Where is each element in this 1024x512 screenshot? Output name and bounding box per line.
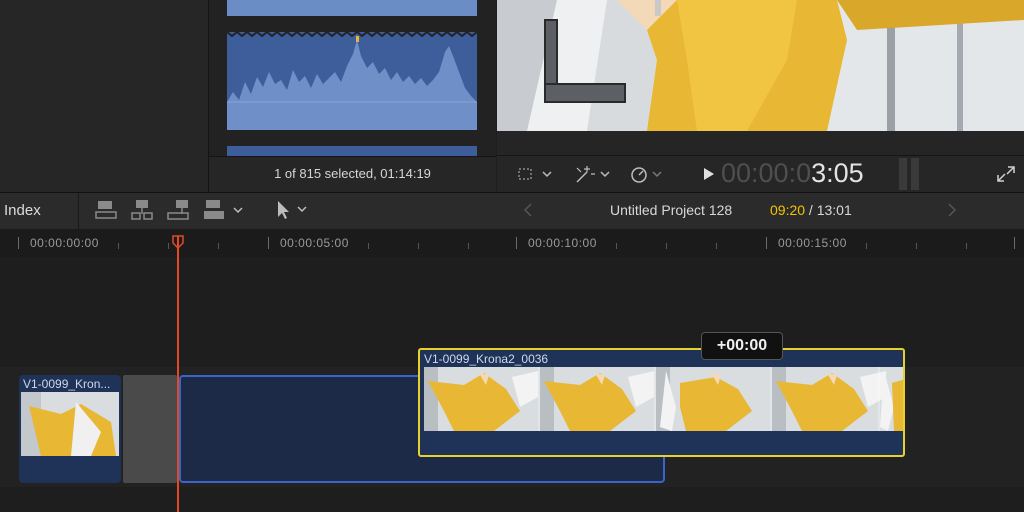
timeline-ruler[interactable]: 00:00:00:00 00:00:05:00 00:00:10:00 00:0… [0, 229, 1024, 257]
select-tool-menu[interactable] [274, 198, 310, 222]
fullscreen-button[interactable] [995, 164, 1017, 184]
magic-wand-icon [576, 166, 610, 183]
playhead[interactable] [177, 236, 179, 512]
current-time: 09:20 [770, 202, 806, 218]
insert-clip-button[interactable] [130, 198, 156, 222]
sidebar-panel [0, 0, 209, 192]
append-clip-icon [167, 200, 189, 220]
crop-icon [518, 168, 552, 180]
retime-menu[interactable] [629, 164, 669, 184]
time-separator: / [805, 202, 817, 218]
connect-clip-button[interactable] [94, 198, 120, 222]
append-clip-button[interactable] [166, 198, 192, 222]
timeline-clip[interactable]: V1-0099_Kron... [19, 375, 121, 483]
selection-status: 1 of 815 selected, 01:14:19 [274, 166, 431, 181]
waveform-clip[interactable] [226, 30, 478, 130]
viewer-panel: 00:00:03:05 [497, 0, 1024, 193]
viewer-controls: 00:00:03:05 [497, 155, 1024, 193]
clip-filmstrip [424, 367, 903, 431]
clip-name: V1-0099_Kron... [23, 377, 111, 391]
enhance-menu[interactable] [573, 164, 617, 184]
index-button[interactable]: Index [0, 193, 79, 229]
index-label: Index [4, 202, 41, 219]
play-icon [704, 168, 714, 180]
overwrite-clip-button[interactable] [202, 198, 248, 222]
waveform-clip-top[interactable] [227, 0, 477, 16]
drag-offset-value: +00:00 [716, 337, 768, 354]
project-time: 09:20 / 13:01 [770, 202, 852, 218]
browser-panel: 1 of 815 selected, 01:14:19 [209, 0, 496, 193]
playhead-marker-icon [172, 235, 184, 250]
chevron-left-icon [523, 203, 532, 217]
clip-name: V1-0099_Krona2_0036 [424, 352, 549, 366]
ruler-label: 00:00:15:00 [778, 236, 847, 250]
dragged-clip[interactable]: V1-0099_Krona2_0036 [418, 348, 905, 457]
audio-meter-left [899, 158, 907, 190]
fullscreen-icon [997, 166, 1015, 182]
history-back-button[interactable] [520, 198, 536, 222]
total-duration: 13:01 [816, 202, 852, 218]
gap-clip[interactable] [123, 375, 177, 483]
browser-status-bar: 1 of 815 selected, 01:14:19 [209, 156, 496, 193]
speedometer-icon [631, 167, 662, 183]
chevron-right-icon [948, 203, 957, 217]
project-name: Untitled Project 128 [610, 202, 733, 218]
timeline-toolbar: Index Untitled Project 128 09:20 / 13:01 [0, 192, 1024, 230]
viewer-timecode: 00:00:03:05 [721, 158, 864, 189]
audio-meter-right [911, 158, 919, 190]
playhead-handle[interactable] [172, 235, 184, 250]
audio-waveform [226, 30, 478, 130]
history-forward-button[interactable] [944, 198, 960, 222]
timecode-dim: 00:00:0 [721, 158, 812, 188]
play-button[interactable] [701, 164, 717, 184]
drag-offset-tooltip: +00:00 [701, 332, 783, 360]
clip-thumbnail [21, 392, 119, 456]
ruler-label: 00:00:10:00 [528, 236, 597, 250]
arrow-cursor-icon [278, 201, 307, 219]
waveform-clip-bottom[interactable] [227, 146, 477, 156]
ruler-label: 00:00:05:00 [280, 236, 349, 250]
overwrite-clip-icon [204, 200, 243, 219]
video-preview [497, 0, 1024, 131]
insert-clip-icon [131, 200, 153, 220]
ruler-label: 00:00:00:00 [30, 236, 99, 250]
connect-clip-icon [95, 201, 117, 219]
timecode-active: 3:05 [811, 158, 864, 188]
crop-menu[interactable] [517, 164, 557, 184]
